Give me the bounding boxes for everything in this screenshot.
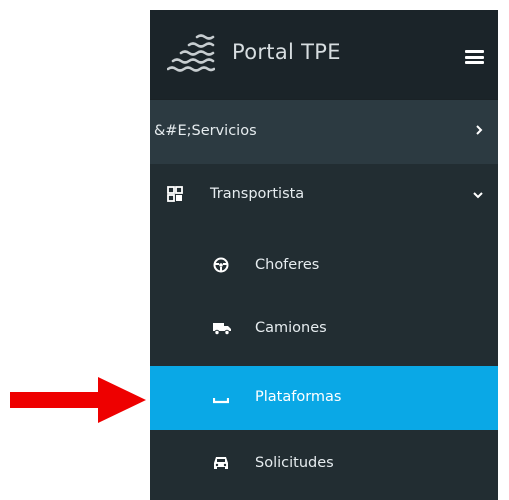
truck-icon (213, 323, 231, 336)
menu-item-transportista[interactable]: Transportista (150, 164, 498, 227)
menu-item-label: Transportista (210, 186, 305, 202)
menu-item-choferes[interactable]: Choferes (150, 235, 498, 298)
menu-item-label: Plataformas (255, 389, 342, 405)
hamburger-bar (465, 61, 484, 64)
hamburger-menu-icon[interactable] (465, 50, 484, 64)
hamburger-bar (465, 50, 484, 53)
menu-item-plataformas[interactable]: Plataformas (150, 366, 498, 430)
steering-wheel-icon (213, 257, 229, 273)
menu-item-label: &#E;Servicios (154, 123, 257, 139)
car-icon (214, 457, 228, 469)
menu-item-camiones[interactable]: Camiones (150, 298, 498, 361)
chevron-down-icon (473, 192, 483, 199)
grid-icon (167, 186, 183, 202)
menu-item-solicitudes[interactable]: Solicitudes (150, 433, 498, 496)
menu-item-label: Camiones (255, 320, 327, 336)
screenshot-stage: Portal TPE &#E;Servicios Transportista C… (0, 0, 509, 500)
hamburger-bar (465, 55, 484, 59)
brand-header: Portal TPE (150, 10, 498, 100)
sidebar: Portal TPE &#E;Servicios Transportista C… (150, 10, 498, 500)
waves-logo-icon (167, 34, 215, 72)
chevron-right-icon (476, 125, 483, 135)
brand-title: Portal TPE (232, 40, 341, 64)
platform-icon (213, 398, 229, 404)
annotation-arrow-icon (10, 377, 146, 423)
menu-item-label: Solicitudes (255, 455, 334, 471)
menu-item-label: Choferes (255, 257, 320, 273)
menu-item-servicios[interactable]: &#E;Servicios (150, 100, 498, 164)
